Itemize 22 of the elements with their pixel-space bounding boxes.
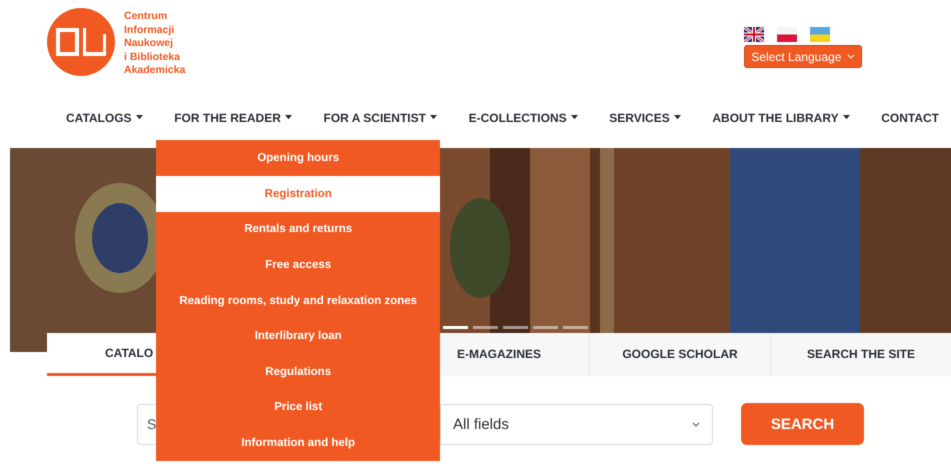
nav-link[interactable]: E-COLLECTIONS <box>468 110 578 124</box>
nav-link[interactable]: CATALOGS <box>66 110 143 124</box>
slide-indicator[interactable] <box>443 326 468 329</box>
nav-link[interactable]: FOR A SCIENTIST <box>324 110 437 124</box>
field-select[interactable]: All fields <box>440 404 713 444</box>
slide-indicator[interactable] <box>473 326 498 329</box>
nav-link[interactable]: FOR THE READER <box>174 110 292 124</box>
chevron-icon <box>692 422 700 426</box>
slide-indicator[interactable] <box>503 326 528 329</box>
poland-flag-icon <box>777 27 798 42</box>
search-tab[interactable]: SEARCH THE SITE <box>771 333 951 376</box>
uk-flag-icon <box>744 27 764 42</box>
chevron-icon <box>847 54 856 59</box>
search-tab[interactable]: GOOGLE SCHOLAR <box>590 333 771 376</box>
nav-link[interactable]: ABOUT THE LIBRARY <box>712 110 850 124</box>
nav-link[interactable]: CONTACT <box>881 110 939 124</box>
logo-text: Centrum Informacji Naukowej i Biblioteka Akademicka <box>124 9 186 78</box>
nav-link[interactable]: SERVICES <box>609 110 681 124</box>
slide-indicator[interactable] <box>533 326 558 329</box>
ukraine-flag-icon <box>810 27 830 42</box>
slide-indicator[interactable] <box>563 326 588 329</box>
logo-icon <box>47 8 115 76</box>
